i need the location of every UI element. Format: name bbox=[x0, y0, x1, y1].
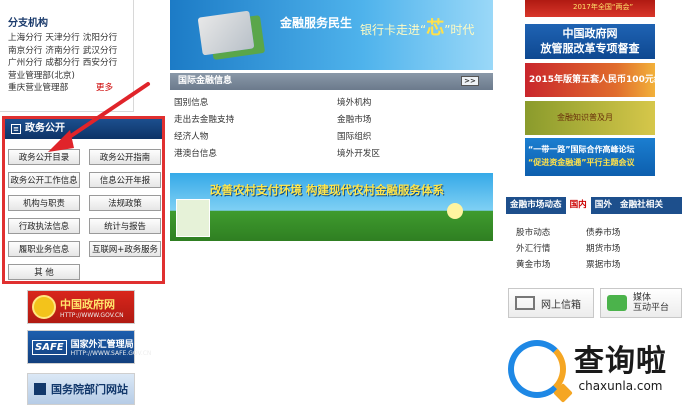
tab-domestic[interactable]: 国内 bbox=[565, 197, 591, 214]
gov-enforcement-button[interactable]: 行政执法信息 bbox=[8, 218, 80, 234]
video-camera-icon bbox=[607, 295, 627, 311]
branch-row: 上海分行 天津分行 沈阳分行 bbox=[8, 32, 133, 45]
rural-banner-text: 改善农村支付环境 构建现代农村金融服务体系 bbox=[210, 183, 445, 197]
rmb-note-banner[interactable]: 2015年版第五套人民币100元纸币 bbox=[525, 63, 655, 97]
finance-knowledge-banner[interactable]: 金融知识普及月 bbox=[525, 101, 655, 135]
intl-finance-title: 国际金融信息 bbox=[178, 76, 233, 86]
list-item[interactable]: 港澳台信息 bbox=[174, 147, 337, 161]
branch-link[interactable]: 沈阳分行 bbox=[83, 33, 117, 43]
rural-finance-banner[interactable]: 改善农村支付环境 构建现代农村金融服务体系 bbox=[170, 173, 493, 241]
watermark: 查询啦 chaxunla.com bbox=[500, 322, 682, 415]
gov-inspection-line2: 放管服改革专项督查 bbox=[540, 42, 640, 55]
online-mailbox-label: 网上信箱 bbox=[541, 299, 581, 311]
banner-slogan: 金融服务民生 bbox=[280, 16, 353, 30]
list-item[interactable]: 债券市场 bbox=[586, 226, 656, 240]
building-icon bbox=[34, 383, 46, 395]
media-platform-label: 媒体 互动平台 bbox=[633, 293, 670, 313]
tab-finance-related[interactable]: 金融社相关 bbox=[616, 197, 667, 214]
branch-link[interactable]: 天津分行 bbox=[45, 33, 79, 43]
sun-icon bbox=[447, 203, 463, 219]
branch-link[interactable]: 西安分行 bbox=[83, 58, 117, 68]
branch-link[interactable]: 南京分行 bbox=[8, 46, 42, 56]
list-item[interactable]: 境外机构 bbox=[337, 96, 497, 110]
list-item[interactable]: 国别信息 bbox=[174, 96, 337, 110]
gov-other-button[interactable]: 其 他 bbox=[8, 264, 80, 280]
safe-text: 国家外汇管理局 HTTP://WWW.SAFE.GOV.CN bbox=[70, 340, 152, 357]
magnifier-logo-icon bbox=[508, 339, 566, 398]
watermark-en: chaxunla.com bbox=[578, 378, 663, 393]
branch-link[interactable]: 武汉分行 bbox=[83, 46, 117, 56]
watermark-cn: 查询啦 bbox=[574, 343, 667, 379]
branch-title: 分支机构 bbox=[8, 18, 48, 29]
intl-finance-list: 国别信息 境外机构 走出去金融支持 金融市场 经济人物 国际组织 港澳台信息 境… bbox=[170, 96, 493, 161]
gov-work-info-button[interactable]: 政务公开工作信息 bbox=[8, 172, 80, 188]
branch-link[interactable]: 成都分行 bbox=[45, 58, 79, 68]
list-item[interactable]: 国际组织 bbox=[337, 130, 497, 144]
state-council-sites-text: 国务院部门网站 bbox=[51, 383, 128, 396]
two-sessions-banner[interactable]: 2017年全国“两会” bbox=[525, 0, 655, 17]
list-item[interactable]: 外汇行情 bbox=[516, 242, 586, 256]
list-item[interactable]: 经济人物 bbox=[174, 130, 337, 144]
branch-row: 南京分行 济南分行 武汉分行 bbox=[8, 45, 133, 58]
list-item[interactable]: 黄金市场 bbox=[516, 258, 586, 272]
gov-inspection-line1: 中国政府网 bbox=[562, 27, 618, 40]
gov-duties-button[interactable]: 机构与职责 bbox=[8, 195, 80, 211]
intl-finance-header: 国际金融信息 >> bbox=[170, 73, 493, 90]
branch-link[interactable]: 济南分行 bbox=[45, 46, 79, 56]
list-item[interactable]: 期货市场 bbox=[586, 242, 656, 256]
list-item[interactable]: 票据市场 bbox=[586, 258, 656, 272]
gov-regulations-button[interactable]: 法规政策 bbox=[89, 195, 161, 211]
belt-road-line2: “促进资金融通”平行主题会议 bbox=[528, 158, 635, 167]
belt-road-banner[interactable]: “一带一路”国际合作高峰论坛 “促进资金融通”平行主题会议 bbox=[525, 138, 655, 176]
tab-market-dynamics[interactable]: 金融市场动态 bbox=[506, 197, 566, 214]
market-list: 股市动态 债券市场 外汇行情 期货市场 黄金市场 票据市场 bbox=[516, 226, 676, 272]
list-item[interactable]: 金融市场 bbox=[337, 113, 497, 127]
branch-row: 广州分行 成都分行 西安分行 bbox=[8, 57, 133, 70]
farm-image bbox=[176, 199, 210, 237]
national-emblem-icon bbox=[32, 295, 56, 319]
watermark-text: 查询啦 chaxunla.com bbox=[574, 343, 667, 393]
list-item[interactable]: 股市动态 bbox=[516, 226, 586, 240]
gov-business-info-button[interactable]: 履职业务信息 bbox=[8, 241, 80, 257]
gov-inspection-banner[interactable]: 中国政府网 放管服改革专项督查 bbox=[525, 24, 655, 59]
state-council-sites-logo[interactable]: 国务院部门网站 bbox=[27, 373, 135, 405]
list-icon: ≡ bbox=[11, 124, 21, 134]
branch-link[interactable]: 上海分行 bbox=[8, 33, 42, 43]
gov-portal-text: 中国政府网 HTTP://WWW.GOV.CN bbox=[60, 297, 124, 319]
intl-more-button[interactable]: >> bbox=[461, 76, 479, 86]
list-item[interactable]: 境外开发区 bbox=[337, 147, 497, 161]
safe-logo[interactable]: SAFE 国家外汇管理局 HTTP://WWW.SAFE.GOV.CN bbox=[27, 330, 151, 364]
tab-foreign[interactable]: 国外 bbox=[591, 197, 616, 214]
market-tabs: 金融市场动态 国内 国外 金融社相关 bbox=[506, 197, 682, 214]
gov-statistics-button[interactable]: 统计与报告 bbox=[89, 218, 161, 234]
red-arrow-annotation bbox=[48, 82, 150, 152]
envelope-icon bbox=[515, 296, 535, 310]
online-mailbox-button[interactable]: 网上信箱 bbox=[508, 288, 594, 318]
gov-portal-logo[interactable]: 中国政府网 HTTP://WWW.GOV.CN bbox=[27, 290, 135, 324]
bank-card-icon bbox=[197, 10, 255, 56]
gov-internet-service-button[interactable]: 互联网+政务服务 bbox=[89, 241, 161, 257]
list-item[interactable]: 走出去金融支持 bbox=[174, 113, 337, 127]
gov-open-button-grid: 政务公开目录 政务公开指南 政务公开工作信息 信息公开年报 机构与职责 法规政策… bbox=[5, 139, 162, 280]
safe-badge: SAFE bbox=[32, 339, 67, 355]
media-platform-button[interactable]: 媒体 互动平台 bbox=[600, 288, 682, 318]
gov-annual-report-button[interactable]: 信息公开年报 bbox=[89, 172, 161, 188]
banner-subtitle: 银行卡走进“芯”时代 bbox=[360, 18, 475, 39]
belt-road-line1: “一带一路”国际合作高峰论坛 bbox=[528, 145, 635, 154]
branch-link[interactable]: 广州分行 bbox=[8, 58, 42, 68]
bank-card-banner[interactable]: 金融服务民生 银行卡走进“芯”时代 bbox=[170, 0, 493, 70]
